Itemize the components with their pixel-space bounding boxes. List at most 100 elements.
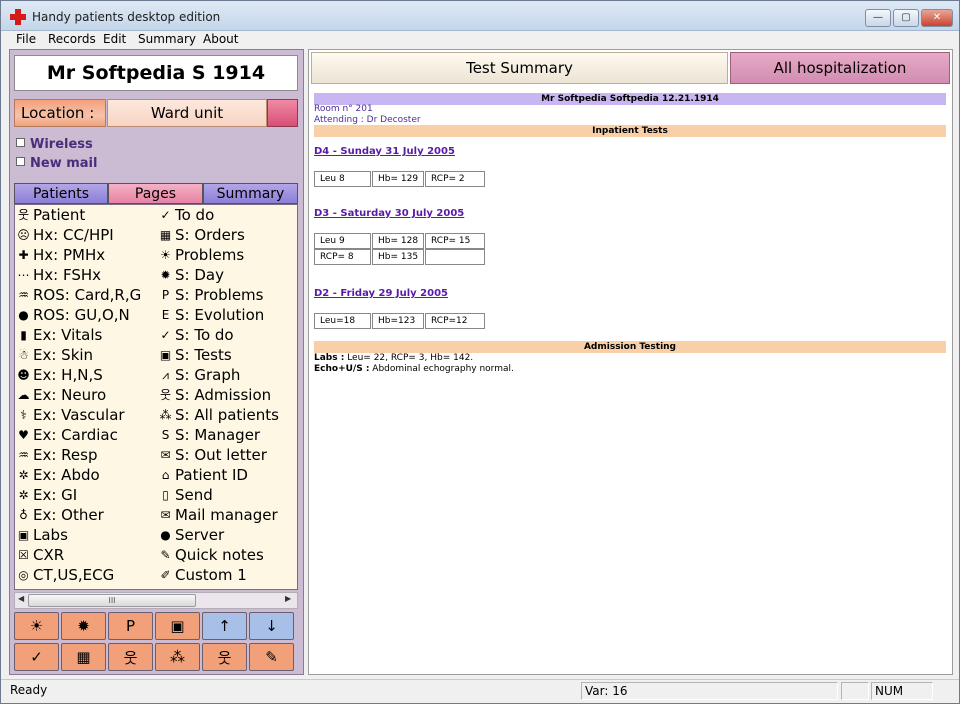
p-doc-icon-button[interactable]: P — [108, 612, 153, 640]
nav-item[interactable]: ▣ Labs — [15, 525, 68, 545]
status-ready: Ready — [10, 683, 48, 697]
nav-label: S: Out letter — [175, 446, 267, 464]
title-bar[interactable]: Handy patients desktop edition — ▢ ✕ — [1, 1, 959, 31]
nav-item[interactable]: ✎ Quick notes — [157, 545, 263, 565]
todo-check-icon: ✓ — [160, 328, 171, 342]
checkbox-icon — [16, 157, 25, 166]
stethoscope-icon: 웃 — [17, 208, 30, 222]
nav-item[interactable]: ✲ Ex: Abdo — [15, 465, 99, 485]
arrow-up-icon-button[interactable]: ↑ — [202, 612, 247, 640]
nav-item[interactable]: ● Server — [157, 525, 224, 545]
nav-item[interactable]: ▮ Ex: Vitals — [15, 325, 102, 345]
nav-item[interactable]: ☻ Ex: H,N,S — [15, 365, 103, 385]
sun-icon-button[interactable]: ☀ — [14, 612, 59, 640]
new-mail-checkbox[interactable]: New mail — [16, 156, 97, 171]
menu-about[interactable]: About — [203, 32, 238, 46]
orders-grid-icon: ▦ — [159, 228, 172, 242]
globe-icon: ● — [160, 528, 171, 542]
menu-edit[interactable]: Edit — [103, 32, 126, 46]
menu-summary[interactable]: Summary — [138, 32, 196, 46]
wireless-checkbox[interactable]: Wireless — [16, 137, 93, 152]
nav-item[interactable]: ☀ Problems — [157, 245, 244, 265]
status-bar: Ready Var: 16 NUM — [1, 679, 959, 703]
nav-item[interactable]: ✐ Custom 1 — [157, 565, 246, 585]
maximize-button[interactable]: ▢ — [893, 9, 919, 27]
menu-records[interactable]: Records — [48, 32, 96, 46]
location-button[interactable] — [267, 99, 298, 127]
arrow-down-icon-button[interactable]: ↓ — [249, 612, 294, 640]
close-button[interactable]: ✕ — [921, 9, 953, 27]
orders-grid-icon-button[interactable]: ▦ — [61, 643, 106, 671]
nav-item[interactable]: ♥ Ex: Cardiac — [15, 425, 118, 445]
microscope-icon-button[interactable]: ▣ — [155, 612, 200, 640]
nav-item[interactable]: ● ROS: GU,O,N — [15, 305, 130, 325]
nav-item[interactable]: ♒ ROS: Card,R,G — [15, 285, 141, 305]
stethoscope-icon-button[interactable]: 웃 — [202, 643, 247, 671]
nav-item[interactable]: ▦ S: Orders — [157, 225, 245, 245]
all-patients-icon-button[interactable]: ⁂ — [155, 643, 200, 671]
test-cell: Leu=18 — [314, 313, 371, 329]
nav-item[interactable]: ✚ Hx: PMHx — [15, 245, 105, 265]
tab-test-summary[interactable]: Test Summary — [311, 52, 728, 84]
nav-item[interactable]: ✓ To do — [157, 205, 214, 225]
tab-summary[interactable]: Summary — [203, 183, 298, 204]
day-icon-button[interactable]: ✹ — [61, 612, 106, 640]
test-cell: RCP= 2 — [425, 171, 485, 187]
nav-item[interactable]: ⌂ Patient ID — [157, 465, 248, 485]
status-num: NUM — [871, 682, 933, 700]
checkmark-icon-button[interactable]: ✓ — [14, 643, 59, 671]
nav-item[interactable]: ☃ Ex: Skin — [15, 345, 93, 365]
wireless-label: Wireless — [30, 137, 93, 152]
envelope-icon: ✉ — [160, 448, 171, 462]
nav-item[interactable]: 웃 Patient — [15, 205, 85, 225]
nav-item[interactable]: ▯ Send — [157, 485, 213, 505]
pencil-icon: ✐ — [160, 568, 171, 582]
scroll-right-icon[interactable]: ▶ — [285, 594, 291, 603]
menu-file[interactable]: File — [16, 32, 36, 46]
nav-item[interactable]: ☁ Ex: Neuro — [15, 385, 107, 405]
nav-item[interactable]: ♒ Ex: Resp — [15, 445, 97, 465]
bone-icon: ♁ — [19, 508, 28, 522]
nav-item[interactable]: ✹ S: Day — [157, 265, 224, 285]
nav-item[interactable]: ♁ Ex: Other — [15, 505, 104, 525]
nav-item[interactable]: ✲ Ex: GI — [15, 485, 77, 505]
nav-label: Hx: CC/HPI — [33, 226, 114, 244]
nav-label: Ex: H,N,S — [33, 366, 103, 384]
nav-item[interactable]: S S: Manager — [157, 425, 260, 445]
nav-item[interactable]: P S: Problems — [157, 285, 264, 305]
scroll-left-icon[interactable]: ◀ — [18, 594, 24, 603]
nav-item[interactable]: ⁂ S: All patients — [157, 405, 279, 425]
tab-patients[interactable]: Patients — [14, 183, 108, 204]
nav-item[interactable]: 웃 S: Admission — [157, 385, 271, 405]
admission-icon-button[interactable]: 웃 — [108, 643, 153, 671]
body-icon: ☃ — [18, 348, 29, 362]
nav-item[interactable]: ⚕ Ex: Vascular — [15, 405, 124, 425]
minimize-button[interactable]: — — [865, 9, 891, 27]
nav-item[interactable]: ▣ S: Tests — [157, 345, 232, 365]
nav-item[interactable]: ☒ CXR — [15, 545, 64, 565]
day-date-link[interactable]: D3 - Saturday 30 July 2005 — [314, 208, 464, 219]
nav-label: Ex: GI — [33, 486, 78, 504]
horizontal-scrollbar[interactable]: ◀ III ▶ — [14, 592, 298, 609]
location-value[interactable]: Ward unit — [107, 99, 267, 127]
nav-item[interactable]: ✉ S: Out letter — [157, 445, 267, 465]
nav-item[interactable]: E S: Evolution — [157, 305, 265, 325]
nav-item[interactable]: ✓ S: To do — [157, 325, 233, 345]
day-date-link[interactable]: D2 - Friday 29 July 2005 — [314, 288, 448, 299]
status-var: Var: 16 — [581, 682, 838, 700]
house-icon: ⌂ — [161, 468, 170, 482]
test-cell: RCP= 8 — [314, 249, 371, 265]
nav-item[interactable]: ⋯ Hx: FSHx — [15, 265, 102, 285]
patient-header: Mr Softpedia Softpedia 12.21.1914 — [314, 93, 946, 105]
nav-label: S: All patients — [175, 406, 279, 424]
location-label: Location : — [14, 99, 106, 127]
tab-all-hospitalization[interactable]: All hospitalization — [730, 52, 950, 84]
nav-item[interactable]: ◎ CT,US,ECG — [15, 565, 114, 585]
tab-pages[interactable]: Pages — [108, 183, 203, 204]
scroll-thumb[interactable]: III — [28, 594, 196, 607]
day-date-link[interactable]: D4 - Sunday 31 July 2005 — [314, 146, 455, 157]
nav-item[interactable]: ☹ Hx: CC/HPI — [15, 225, 114, 245]
nav-item[interactable]: ⩘ S: Graph — [157, 365, 240, 385]
nav-item[interactable]: ✉ Mail manager — [157, 505, 277, 525]
notes-icon-button[interactable]: ✎ — [249, 643, 294, 671]
